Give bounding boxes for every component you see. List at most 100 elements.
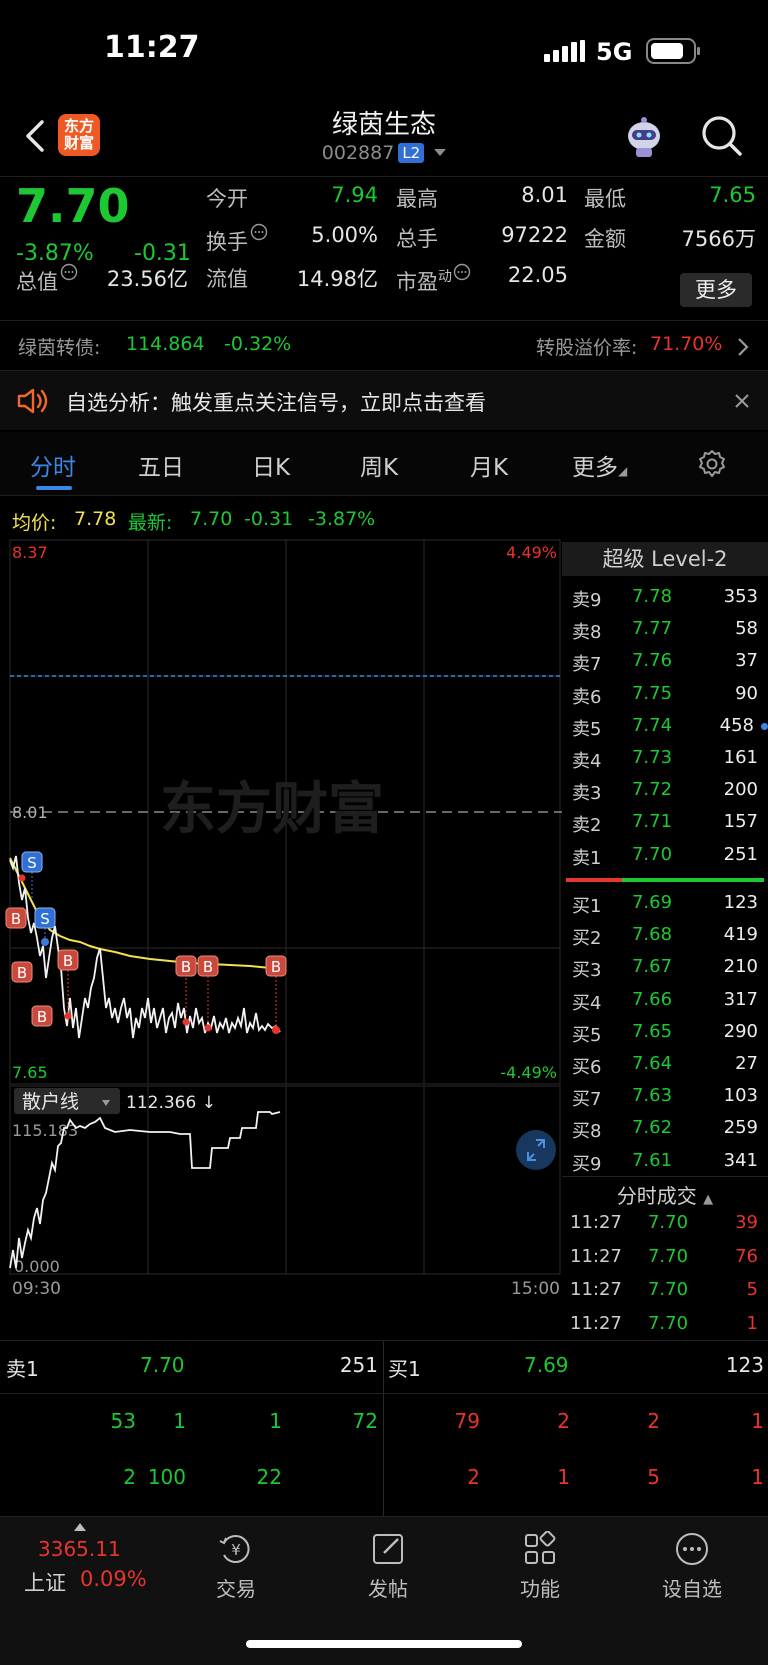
order-book-title: 超级 Level-2 [562,542,768,576]
bid-level-row[interactable]: 买8 7.62 259 [562,1113,768,1145]
bond-change: -0.32% [224,333,292,355]
latest-pct: -3.87% [308,508,376,530]
level-label: 买5 [572,1024,602,1046]
pe-label[interactable]: 市盈动 [396,263,471,296]
buy-marker: B [31,1005,53,1027]
ask-level-row[interactable]: 卖3 7.72 200 [562,775,768,807]
market-cap-label[interactable]: 总值 [16,263,78,296]
low-value: 7.65 [709,183,756,207]
last-price: 7.70 [16,179,130,233]
bid-level-row[interactable]: 买2 7.68 419 [562,920,768,952]
ask-level-row[interactable]: 卖1 7.70 251 [562,840,768,872]
functions-icon[interactable] [522,1531,558,1567]
intraday-chart[interactable]: 东方财富 8.37 4.49% 8.01 7.65 -4.49% 散户线 112… [0,538,562,1338]
ask-level-row[interactable]: 卖7 7.76 37 [562,646,768,678]
level-price: 7.67 [631,956,673,978]
nav-post[interactable]: 发帖 [328,1573,448,1602]
quote-panel: 7.70 -3.87% -0.31 今开 7.94 最高 8.01 最低 7.6… [0,176,768,320]
alert-text: 自选分析：触发重点关注信号，立即点击查看 [66,391,486,415]
network-label: 5G [596,38,633,66]
bid-level-row[interactable]: 买6 7.64 27 [562,1049,768,1081]
buy-marker: B [265,955,287,1030]
level-label: 买6 [572,1057,602,1078]
level-volume: 161 [723,747,758,768]
nav-trade[interactable]: 交易 [176,1573,296,1602]
index-value[interactable]: 3365.11 [38,1537,121,1561]
sub-bottom-label: 0.000 [14,1257,60,1276]
level-label: 卖1 [572,847,602,869]
level-label: 卖6 [572,686,602,708]
level-volume: 317 [723,988,758,1010]
nav-functions[interactable]: 功能 [480,1573,600,1602]
info-icon [60,263,78,281]
sub-indicator-name: 散户线 [22,1091,79,1113]
search-icon[interactable] [700,114,744,158]
bid-level-row[interactable]: 买9 7.61 341 [562,1146,768,1178]
latest-label: 最新: [128,512,173,534]
bid-queue-order: 1 [751,1409,764,1433]
tick-row: 11:27 7.70 1 [562,1309,768,1341]
index-name[interactable]: 上证 [24,1567,66,1597]
gear-icon[interactable] [696,448,728,480]
bid-level-row[interactable]: 买5 7.65 290 [562,1017,768,1049]
volume-label: 总手 [396,227,438,251]
ask-level-row[interactable]: 卖4 7.73 161 [562,743,768,775]
ask-level-row[interactable]: 卖9 7.78 353 [562,582,768,614]
level-volume: 353 [723,586,758,607]
bid-level-row[interactable]: 买7 7.63 103 [562,1081,768,1113]
nav-add-watchlist[interactable]: 设自选 [632,1573,752,1602]
level-price: 7.65 [631,1020,673,1042]
add-watchlist-icon[interactable] [674,1531,710,1567]
level-volume: 27 [735,1053,758,1074]
robot-assistant-icon[interactable] [620,114,668,162]
battery-icon [646,38,700,64]
bond-price: 114.864 [126,333,205,355]
ask1-label: 卖1 [6,1357,39,1381]
premium-label: 转股溢价率: [536,337,638,359]
turnover-label[interactable]: 换手 [206,223,268,256]
post-icon[interactable] [370,1531,406,1567]
float-cap-value: 14.98亿 [296,267,378,291]
time-start-label: 09:30 [12,1279,61,1299]
convertible-bond-row[interactable]: 绿茵转债: 114.864 -0.32% 转股溢价率: 71.70% [0,320,768,370]
more-button[interactable]: 更多 [680,273,752,307]
close-icon[interactable] [734,393,750,409]
ask-level-row[interactable]: 卖8 7.77 58 [562,614,768,646]
bid-level-row[interactable]: 买4 7.66 317 [562,985,768,1017]
tab-monthly-k[interactable]: 月K [470,448,508,482]
tab-weekly-k[interactable]: 周K [360,448,398,482]
bid-level-row[interactable]: 买3 7.67 210 [562,952,768,984]
tab-five-day[interactable]: 五日 [138,448,184,482]
ask-level-row[interactable]: 卖6 7.75 90 [562,679,768,711]
tab-daily-k[interactable]: 日K [252,448,290,482]
level-volume: 290 [723,1020,758,1042]
level-label: 卖3 [572,783,602,805]
alert-banner[interactable]: 自选分析：触发重点关注信号，立即点击查看 [0,370,768,430]
tab-intraday[interactable]: 分时 [30,448,76,482]
tab-more[interactable]: 更多◢ [572,448,627,482]
ask-queue-order: 2 [123,1465,136,1489]
ask-level-row[interactable]: 卖2 7.71 157 [562,807,768,839]
bid-queue-order: 1 [751,1465,764,1489]
bid-level-row[interactable]: 买1 7.69 123 [562,888,768,920]
tick-time: 11:27 [570,1279,622,1300]
bid1-volume: 123 [725,1353,764,1377]
expand-chart-button[interactable] [516,1130,556,1170]
ask-level-row[interactable]: 卖5 7.74 458 [562,711,768,743]
level-label: 买2 [572,928,602,950]
tick-price: 7.70 [647,1245,689,1267]
ask-queue-order: 100 [147,1465,186,1489]
open-label: 今开 [206,187,248,211]
trade-icon[interactable]: ¥ [218,1531,254,1567]
level-price: 7.71 [631,811,673,833]
level-volume: 259 [723,1117,758,1139]
tick-price: 7.70 [647,1312,689,1334]
stock-header: 东方 财富 绿茵生态 002887 L2 [0,100,768,176]
level-volume: 341 [723,1149,758,1171]
tick-time: 11:27 [570,1312,622,1334]
tick-row: 11:27 7.70 5 [562,1275,768,1307]
index-pct[interactable]: 0.09% [80,1567,147,1591]
buy-marker: B [11,961,33,983]
ticks-title[interactable]: 分时成交 ▲ [562,1180,768,1209]
svg-text:S: S [27,854,37,872]
